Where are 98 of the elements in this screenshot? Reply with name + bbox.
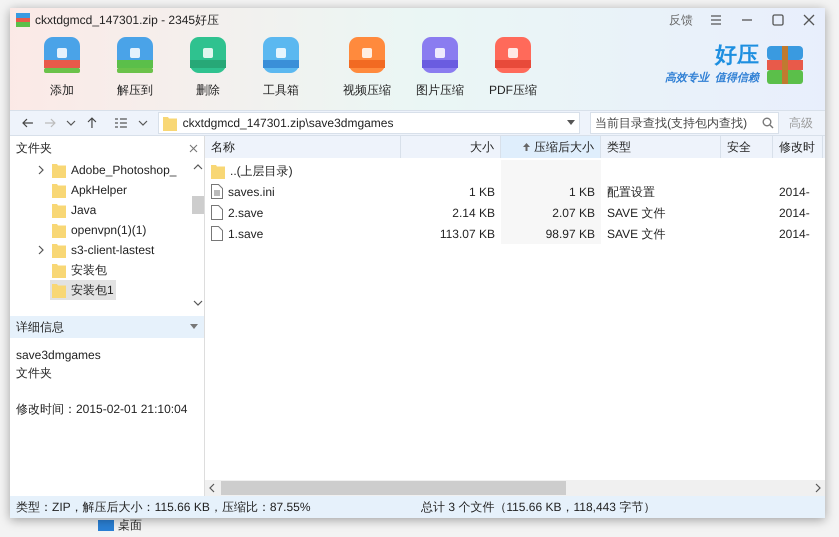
- table-cell-text: 98.97 KB: [546, 226, 595, 242]
- file-name: 2.save: [228, 204, 264, 222]
- details-type: 文件夹: [16, 365, 53, 382]
- details-name: save3dmgames: [16, 347, 102, 364]
- folder-tree-item[interactable]: 安装包1: [50, 280, 116, 300]
- toolbar-button[interactable]: 删除: [176, 32, 240, 99]
- toolbar-button[interactable]: 添加: [30, 32, 94, 99]
- chevron-right-icon[interactable]: [813, 483, 823, 493]
- toolbar-button[interactable]: 工具箱: [249, 32, 313, 99]
- chevron-up-icon[interactable]: [193, 162, 203, 172]
- brand-slogan: 值得信赖: [715, 70, 759, 86]
- table-cell-text: 1 KB: [468, 184, 495, 200]
- chevron-right-icon[interactable]: [36, 165, 46, 175]
- up-icon[interactable]: [86, 117, 98, 129]
- scrollbar-thumb[interactable]: [221, 481, 566, 495]
- column-label: 压缩后大小: [534, 139, 594, 156]
- file-name: saves.ini: [228, 184, 275, 200]
- column-label: 名称: [211, 139, 235, 156]
- file-row[interactable]: saves.ini 1 KB 1 KB 配置设置 2014-: [205, 181, 825, 202]
- table-cell-text: 2.07 KB: [552, 204, 595, 222]
- chevron-right-icon[interactable]: [36, 245, 46, 255]
- column-header[interactable]: 修改时: [773, 136, 823, 158]
- folder-tree-item[interactable]: Java: [50, 200, 98, 220]
- file-name: ..(上层目录): [230, 162, 293, 180]
- settings-file-icon: [211, 184, 223, 199]
- column-header[interactable]: 类型: [601, 136, 721, 158]
- column-header[interactable]: 安全: [721, 136, 773, 158]
- back-icon[interactable]: [22, 117, 34, 129]
- close-icon[interactable]: [803, 14, 815, 26]
- column-label: 修改时: [779, 139, 815, 156]
- menu-icon[interactable]: [710, 14, 722, 26]
- file-icon: [211, 205, 223, 220]
- search-field[interactable]: 当前目录查找(支持包内查找): [590, 112, 779, 134]
- file-icon: [211, 226, 223, 241]
- close-icon[interactable]: [189, 144, 198, 152]
- dropdown-icon[interactable]: [567, 120, 576, 126]
- brand-logo-icon: [765, 44, 805, 86]
- chevron-left-icon[interactable]: [207, 483, 217, 493]
- folder-icon: [52, 282, 66, 298]
- table-cell-text: 2.14 KB: [452, 204, 495, 222]
- file-row[interactable]: 2.save 2.14 KB 2.07 KB SAVE 文件 2014-: [205, 202, 825, 223]
- column-label: 安全: [727, 139, 751, 156]
- column-label: 大小: [470, 139, 494, 156]
- desktop-item[interactable]: 桌面: [98, 516, 142, 534]
- status-text: 总计 3 个文件（115.66 KB，118,443 字节）: [421, 499, 656, 516]
- app-logo-icon: [16, 13, 30, 27]
- brand-name: 好压: [715, 44, 759, 66]
- desktop-icon: [98, 520, 114, 530]
- window-title: ckxtdgmcd_147301.zip - 2345好压: [35, 12, 220, 29]
- table-cell-text: 2014-: [779, 204, 810, 222]
- view-icon[interactable]: [114, 117, 128, 129]
- sort-arrow-icon: [523, 143, 530, 151]
- path-field[interactable]: ckxtdgmcd_147301.zip\save3dmgames: [158, 112, 580, 134]
- toolbar-button[interactable]: 图片压缩: [408, 32, 472, 99]
- toolbar-button[interactable]: PDF压缩: [481, 32, 545, 99]
- maximize-icon[interactable]: [772, 14, 784, 26]
- brand-slogan: 高效专业: [665, 70, 709, 86]
- chevron-down-icon[interactable]: [66, 118, 76, 128]
- folder-icon: [52, 262, 66, 278]
- file-row[interactable]: ..(上层目录): [205, 160, 825, 181]
- chevron-down-icon[interactable]: [138, 118, 148, 128]
- folder-tree-item[interactable]: s3-client-lastest: [50, 240, 156, 260]
- table-cell-text: 2014-: [779, 226, 810, 242]
- column-label: 类型: [607, 139, 631, 156]
- table-cell-text: 配置设置: [607, 184, 655, 200]
- file-name: 1.save: [228, 226, 264, 242]
- horizontal-scrollbar[interactable]: [205, 480, 825, 496]
- desktop-label: 桌面: [118, 517, 142, 534]
- folder-tree-item[interactable]: Adobe_Photoshop_: [50, 160, 178, 180]
- column-header[interactable]: 压缩后大小: [501, 136, 601, 158]
- folder-tree-item[interactable]: openvpn(1)(1): [50, 220, 148, 240]
- scrollbar-thumb[interactable]: [192, 196, 204, 214]
- table-cell-text: SAVE 文件: [607, 204, 666, 222]
- folder-icon: [211, 162, 225, 178]
- table-cell-text: SAVE 文件: [607, 226, 666, 242]
- folder-icon: [52, 202, 66, 218]
- chevron-down-icon[interactable]: [193, 298, 203, 308]
- folder-icon: [52, 242, 66, 258]
- folder-icon: [52, 162, 66, 178]
- file-row[interactable]: 1.save 113.07 KB 98.97 KB SAVE 文件 2014-: [205, 223, 825, 244]
- table-cell-text: 1 KB: [568, 184, 595, 200]
- toolbar-button[interactable]: 解压到: [103, 32, 167, 99]
- table-cell-text: 2014-: [779, 184, 810, 200]
- search-icon[interactable]: [762, 117, 774, 129]
- folder-tree-item[interactable]: ApkHelper: [50, 180, 130, 200]
- details-modified: 修改时间：2015-02-01 21:10:04: [16, 401, 188, 418]
- status-text: 类型：ZIP，解压后大小：115.66 KB，压缩比：87.55%: [16, 499, 312, 516]
- dropdown-icon[interactable]: [190, 324, 198, 330]
- folder-icon: [52, 182, 66, 198]
- feedback-link[interactable]: 反馈: [669, 11, 693, 29]
- folder-icon: [52, 222, 66, 238]
- folder-tree-item[interactable]: 安装包: [50, 260, 109, 280]
- column-header[interactable]: 名称: [205, 136, 401, 158]
- details-title: 详细信息: [16, 319, 65, 336]
- table-cell-text: 113.07 KB: [440, 226, 495, 242]
- folder-icon: [162, 115, 177, 131]
- toolbar-button[interactable]: 视频压缩: [335, 32, 399, 99]
- panel-title: 文件夹: [16, 140, 53, 157]
